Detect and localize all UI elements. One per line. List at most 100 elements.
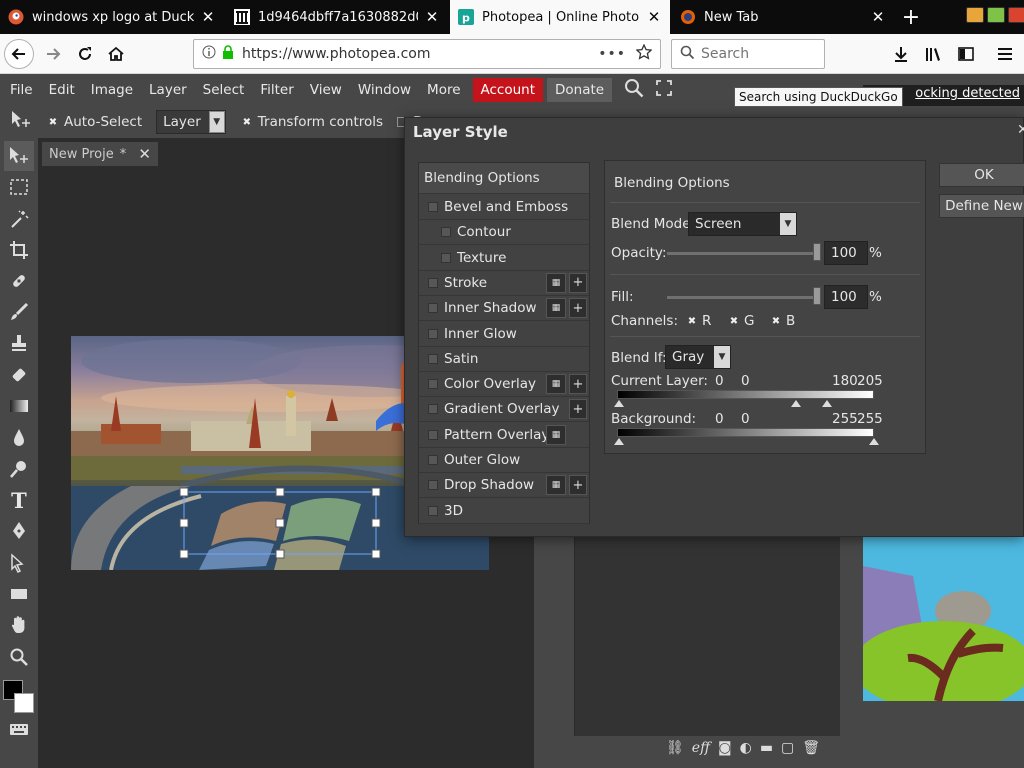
- menu-filter[interactable]: Filter: [252, 78, 301, 102]
- link-layers-icon[interactable]: ⛓: [666, 740, 684, 756]
- browser-tab-duckduckgo[interactable]: windows xp logo at DuckDuc ✕: [0, 0, 224, 34]
- rectangle-tool-icon[interactable]: [4, 579, 34, 609]
- donate-button[interactable]: Donate: [547, 78, 613, 102]
- back-button[interactable]: [4, 39, 34, 69]
- menu-edit[interactable]: Edit: [41, 78, 83, 102]
- marquee-tool-icon[interactable]: [4, 172, 34, 202]
- account-button[interactable]: Account: [472, 78, 544, 102]
- close-dialog-icon[interactable]: ✕: [1017, 122, 1024, 138]
- style-item[interactable]: Texture: [419, 246, 589, 271]
- blend-if-select[interactable]: Gray ▼: [665, 345, 731, 369]
- ok-button[interactable]: OK: [939, 163, 1024, 187]
- clone-stamp-icon[interactable]: [4, 328, 34, 358]
- style-item[interactable]: Satin: [419, 347, 589, 372]
- crop-tool-icon[interactable]: [4, 235, 34, 265]
- style-checkbox[interactable]: [428, 303, 438, 314]
- zoom-tool-icon[interactable]: [4, 642, 34, 672]
- add-effect-button[interactable]: +: [569, 374, 587, 395]
- style-item-blending-options[interactable]: Blending Options: [419, 163, 589, 194]
- path-select-icon[interactable]: [4, 548, 34, 578]
- pattern-icon[interactable]: ▦: [546, 374, 566, 395]
- add-effect-button[interactable]: +: [569, 475, 587, 496]
- fullscreen-icon[interactable]: [656, 80, 673, 100]
- menu-image[interactable]: Image: [83, 78, 141, 102]
- style-item[interactable]: 3D: [419, 499, 589, 524]
- search-bar[interactable]: [671, 39, 825, 69]
- background-color-swatch[interactable]: [14, 693, 34, 713]
- style-item[interactable]: Color Overlay ▦ +: [419, 372, 589, 398]
- hand-tool-icon[interactable]: [4, 610, 34, 640]
- style-checkbox[interactable]: [428, 202, 438, 212]
- background-white-handle[interactable]: [869, 438, 879, 445]
- brush-tool-icon[interactable]: [4, 297, 34, 327]
- browser-tab-archive[interactable]: 1d9464dbff7a1630882d0e20 ✕: [226, 0, 448, 34]
- fill-input[interactable]: 100: [824, 285, 868, 309]
- style-checkbox[interactable]: [428, 277, 438, 288]
- add-effect-button[interactable]: +: [569, 298, 587, 319]
- new-layer-icon[interactable]: ▢: [781, 740, 794, 756]
- browser-tab-newtab[interactable]: New Tab ✕: [672, 0, 894, 34]
- menu-select[interactable]: Select: [195, 78, 253, 102]
- browser-tab-photopea[interactable]: p Photopea | Online Photo Edit ✕: [450, 0, 670, 34]
- current-layer-white-handle-left[interactable]: [791, 400, 801, 407]
- document-tab[interactable]: New Proje * ✕: [42, 142, 158, 166]
- maximize-button[interactable]: [987, 7, 1005, 23]
- menu-button[interactable]: [990, 39, 1020, 69]
- eraser-tool-icon[interactable]: [4, 360, 34, 390]
- pattern-icon[interactable]: ▦: [546, 424, 566, 445]
- menu-file[interactable]: File: [2, 78, 41, 102]
- new-tab-button[interactable]: +: [896, 0, 926, 34]
- style-item[interactable]: Contour: [419, 220, 589, 246]
- close-document-icon[interactable]: ✕: [138, 145, 151, 163]
- style-item[interactable]: Bevel and Emboss: [419, 195, 589, 220]
- style-item[interactable]: Pattern Overlay ▦: [419, 423, 589, 448]
- style-item[interactable]: Gradient Overlay +: [419, 397, 589, 423]
- current-layer-black-handle[interactable]: [614, 400, 624, 407]
- search-input[interactable]: [701, 46, 811, 62]
- downloads-button[interactable]: [886, 39, 916, 69]
- channel-r-checkbox[interactable]: ✖: [687, 316, 697, 327]
- style-checkbox[interactable]: [428, 505, 438, 516]
- sidebar-button[interactable]: [951, 39, 981, 69]
- blur-tool-icon[interactable]: [4, 422, 34, 452]
- close-tab-icon[interactable]: ✕: [424, 8, 440, 26]
- background-black-handle[interactable]: [614, 438, 624, 445]
- blend-mode-select[interactable]: Screen ▼: [688, 212, 797, 236]
- style-item[interactable]: Inner Shadow ▦ +: [419, 296, 589, 322]
- fill-slider-handle[interactable]: [813, 287, 821, 305]
- new-folder-icon[interactable]: ▬: [760, 740, 773, 756]
- style-checkbox[interactable]: [428, 455, 438, 465]
- reload-button[interactable]: [70, 39, 100, 69]
- type-tool-icon[interactable]: T: [4, 485, 34, 515]
- define-new-button[interactable]: Define New: [939, 194, 1024, 218]
- pattern-icon[interactable]: ▦: [546, 298, 566, 319]
- forward-button[interactable]: [38, 39, 68, 69]
- auto-select-target-select[interactable]: Layer ▼: [156, 110, 226, 134]
- close-tab-icon[interactable]: ✕: [870, 8, 886, 26]
- bookmark-star-icon[interactable]: [635, 43, 653, 64]
- library-button[interactable]: [919, 39, 949, 69]
- keyboard-icon[interactable]: [4, 714, 34, 744]
- style-checkbox[interactable]: [428, 404, 438, 415]
- magic-wand-icon[interactable]: [4, 204, 34, 234]
- add-mask-icon[interactable]: ◙: [718, 740, 732, 756]
- pattern-icon[interactable]: ▦: [546, 475, 566, 496]
- style-item[interactable]: Drop Shadow ▦ +: [419, 473, 589, 499]
- add-effect-button[interactable]: +: [569, 272, 587, 293]
- style-item[interactable]: Inner Glow: [419, 322, 589, 347]
- delete-layer-icon[interactable]: 🗑: [802, 740, 820, 756]
- channel-g-checkbox[interactable]: ✖: [729, 316, 739, 327]
- fill-slider-track[interactable]: [667, 296, 819, 299]
- style-checkbox[interactable]: [428, 379, 438, 390]
- style-item[interactable]: Outer Glow: [419, 448, 589, 473]
- style-item[interactable]: Stroke ▦ +: [419, 271, 589, 296]
- current-layer-white-handle-right[interactable]: [822, 400, 832, 407]
- dodge-tool-icon[interactable]: [4, 454, 34, 484]
- opacity-slider-track[interactable]: [667, 252, 819, 255]
- healing-brush-icon[interactable]: [4, 266, 34, 296]
- menu-window[interactable]: Window: [350, 78, 419, 102]
- transform-controls-checkbox[interactable]: ✖: [242, 117, 252, 128]
- style-checkbox[interactable]: [441, 252, 451, 263]
- search-icon[interactable]: [624, 78, 644, 102]
- menu-more[interactable]: More: [419, 78, 468, 102]
